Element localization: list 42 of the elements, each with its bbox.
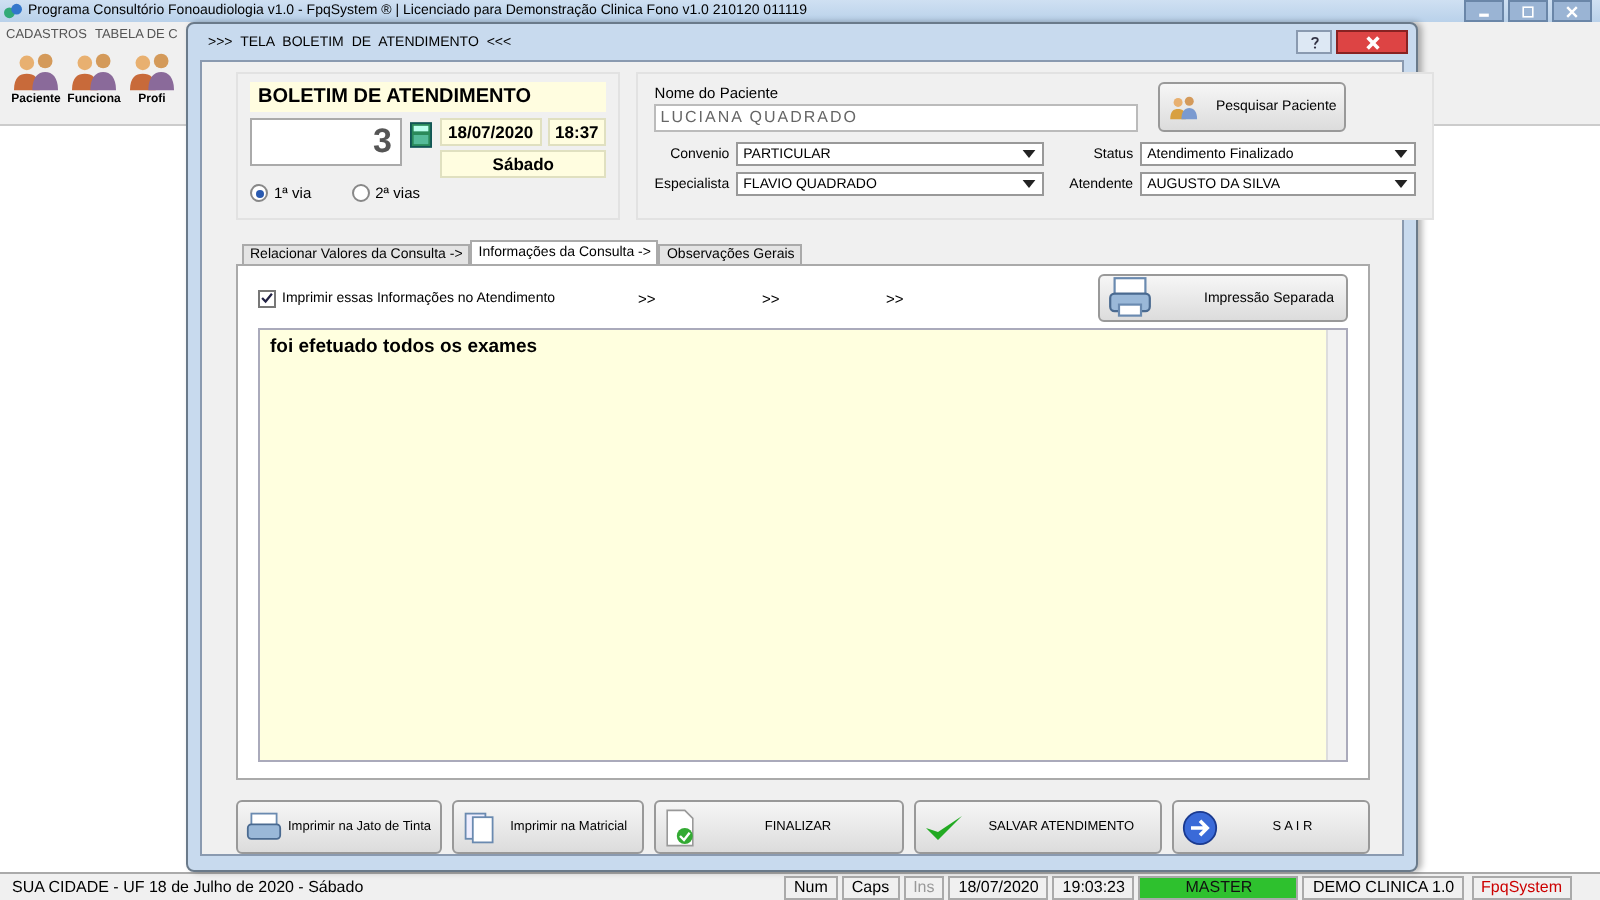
status-text: 18/07/2020	[948, 875, 1049, 899]
status-text: Ins	[903, 875, 945, 899]
user-indicator: MASTER	[1138, 875, 1299, 899]
maximize-icon	[1520, 3, 1536, 19]
checkmark-icon	[923, 811, 964, 843]
caret-icon	[1393, 180, 1408, 188]
app-icon	[4, 2, 22, 20]
status-text: SUA CIDADE - UF 18 de Julho de 2020 - Sábado	[10, 877, 366, 897]
minimize-button[interactable]	[1464, 0, 1504, 22]
people-icon	[124, 50, 180, 94]
weekday-field: Sábado	[440, 150, 607, 178]
caret-icon	[1393, 150, 1408, 158]
time-field: 18:37	[547, 118, 607, 146]
notes-text: foi efetuado todos os exames	[270, 336, 538, 358]
close-icon	[1363, 33, 1381, 51]
patient-name-field[interactable]: LUCIANA QUADRADO	[654, 103, 1139, 131]
close-button[interactable]	[1336, 30, 1408, 54]
scrollbar[interactable]	[1326, 330, 1346, 760]
brand-label: FpqSystem	[1471, 875, 1572, 899]
calculator-icon[interactable]	[410, 122, 432, 148]
people-icon	[8, 50, 64, 94]
help-icon	[1307, 34, 1321, 50]
documents-icon	[461, 809, 498, 845]
form-heading: BOLETIM DE ATENDIMENTO	[250, 82, 607, 112]
notes-area[interactable]: foi efetuado todos os exames	[258, 328, 1348, 762]
status-text: Caps	[841, 875, 900, 899]
document-check-icon	[664, 807, 697, 847]
caret-icon	[1021, 180, 1036, 188]
help-button[interactable]	[1296, 30, 1332, 54]
date-field: 18/07/2020	[440, 118, 542, 146]
number-field: 3	[250, 118, 402, 166]
printer-icon	[1108, 276, 1152, 320]
arrow-circle-icon	[1182, 809, 1219, 845]
status-text: 19:03:23	[1052, 875, 1135, 899]
check-icon	[260, 290, 274, 306]
status-text: DEMO CLINICA 1.0	[1302, 875, 1465, 899]
printer-icon	[246, 809, 282, 845]
caret-icon	[1021, 150, 1036, 158]
maximize-button[interactable]	[1508, 0, 1548, 22]
close-icon	[1564, 3, 1580, 19]
status-text: Num	[784, 875, 838, 899]
people-icon	[66, 50, 122, 94]
